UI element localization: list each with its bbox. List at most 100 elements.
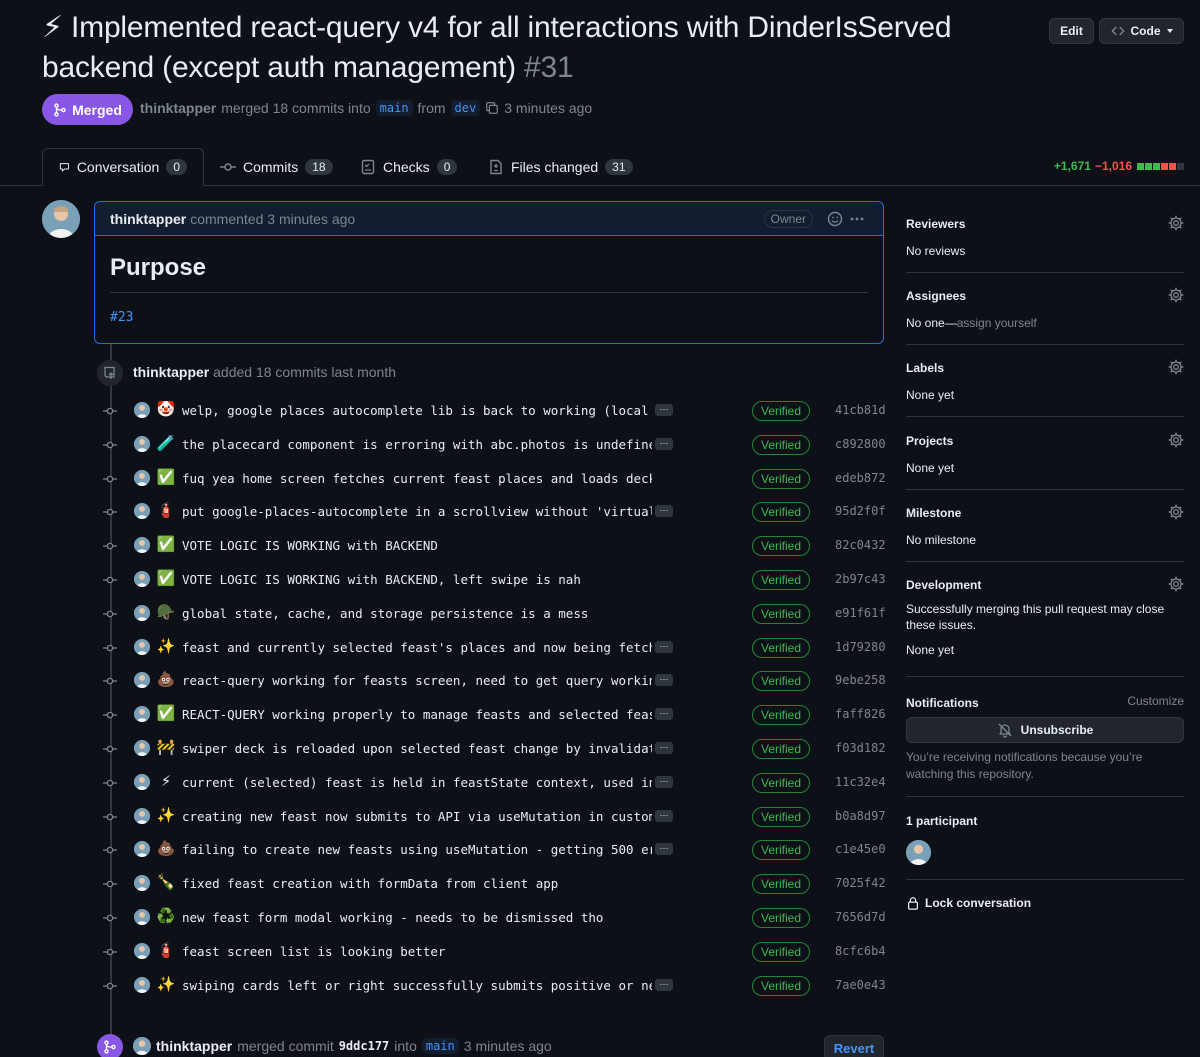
revert-button[interactable]: Revert xyxy=(824,1035,884,1057)
commit-sha[interactable]: 95d2f0f xyxy=(835,504,886,518)
avatar[interactable] xyxy=(134,571,150,587)
commit-message[interactable]: welp, google places autocomplete lib is … xyxy=(182,403,652,418)
head-branch[interactable]: dev xyxy=(450,100,481,116)
commit-message[interactable]: swiper deck is reloaded upon selected fe… xyxy=(182,741,652,756)
comment-author[interactable]: thinktapper xyxy=(110,211,186,227)
merge-author[interactable]: thinktapper xyxy=(156,1038,232,1054)
avatar[interactable] xyxy=(134,638,150,655)
commit-message[interactable]: the placecard component is erroring with… xyxy=(182,437,652,452)
expand-message-button[interactable]: ··· xyxy=(655,742,673,754)
expand-message-button[interactable]: ··· xyxy=(655,505,673,518)
verified-badge[interactable]: Verified xyxy=(752,941,810,962)
smiley-icon[interactable] xyxy=(827,211,843,227)
verified-badge[interactable]: Verified xyxy=(752,840,810,861)
comment-meta[interactable]: commented 3 minutes ago xyxy=(190,211,355,227)
commit-message[interactable]: VOTE LOGIC IS WORKING with BACKEND, left… xyxy=(182,572,652,587)
gear-icon[interactable] xyxy=(1168,504,1184,520)
tab-conversation[interactable]: Conversation 0 xyxy=(42,148,204,186)
commit-sha[interactable]: c892800 xyxy=(835,437,886,451)
expand-message-button[interactable]: ··· xyxy=(655,843,673,856)
verified-badge[interactable]: Verified xyxy=(752,434,810,455)
verified-badge[interactable]: Verified xyxy=(752,739,810,759)
commit-message[interactable]: creating new feast now submits to API vi… xyxy=(182,809,652,824)
copy-icon[interactable] xyxy=(485,101,499,115)
avatar[interactable] xyxy=(134,706,150,723)
tab-commits[interactable]: Commits 18 xyxy=(204,148,349,186)
expand-message-button[interactable]: ··· xyxy=(655,674,673,687)
sidebar-title[interactable]: Milestone xyxy=(906,506,1184,520)
base-branch[interactable]: main xyxy=(375,100,413,116)
commit-sha[interactable]: 2b97c43 xyxy=(835,572,886,586)
gear-icon[interactable] xyxy=(1168,215,1184,231)
expand-message-button[interactable]: ··· xyxy=(655,437,673,450)
commit-message[interactable]: new feast form modal working - needs to … xyxy=(182,910,652,925)
sidebar-title[interactable]: Labels xyxy=(906,361,1184,375)
verified-badge[interactable]: Verified xyxy=(752,637,810,658)
avatar[interactable] xyxy=(134,503,150,520)
commit-sha[interactable]: 7656d7d xyxy=(835,910,886,924)
avatar[interactable] xyxy=(133,1037,151,1055)
verified-badge[interactable]: Verified xyxy=(752,536,810,557)
tab-files-changed[interactable]: Files changed 31 xyxy=(472,148,649,186)
commit-message[interactable]: swiping cards left or right successfully… xyxy=(182,978,652,993)
sidebar-title[interactable]: Development xyxy=(906,578,1184,592)
commit-sha[interactable]: 82c0432 xyxy=(835,538,886,552)
sidebar-title[interactable]: Assignees xyxy=(906,289,1184,303)
tab-checks[interactable]: Checks 0 xyxy=(344,148,473,186)
commit-sha[interactable]: e91f61f xyxy=(835,606,886,620)
expand-message-button[interactable]: ··· xyxy=(655,404,673,416)
avatar[interactable] xyxy=(134,604,150,621)
avatar[interactable] xyxy=(134,469,150,486)
commit-message[interactable]: REACT-QUERY working properly to manage f… xyxy=(182,707,652,722)
commit-sha[interactable]: b0a8d97 xyxy=(835,809,886,823)
edit-button[interactable]: Edit xyxy=(1049,18,1094,44)
verified-badge[interactable]: Verified xyxy=(752,874,810,895)
verified-badge[interactable]: Verified xyxy=(752,705,810,726)
verified-badge[interactable]: Verified xyxy=(752,806,810,827)
verified-badge[interactable]: Verified xyxy=(752,975,810,996)
assign-yourself-link[interactable]: assign yourself xyxy=(957,316,1037,330)
verified-badge[interactable]: Verified xyxy=(752,908,810,928)
commit-sha[interactable]: f03d182 xyxy=(835,741,886,755)
commit-message[interactable]: fuq yea home screen fetches current feas… xyxy=(182,471,652,486)
gear-icon[interactable] xyxy=(1168,576,1184,592)
expand-message-button[interactable]: ··· xyxy=(655,775,673,788)
avatar[interactable] xyxy=(906,840,931,865)
commit-sha[interactable]: 11c32e4 xyxy=(835,775,886,789)
expand-message-button[interactable]: ··· xyxy=(655,809,673,822)
merge-branch[interactable]: main xyxy=(421,1038,459,1054)
commit-message[interactable]: fixed feast creation with formData from … xyxy=(182,876,652,891)
commit-message[interactable]: put google-places-autocomplete in a scro… xyxy=(182,504,652,519)
commit-sha[interactable]: 1d79280 xyxy=(835,640,886,654)
gear-icon[interactable] xyxy=(1168,287,1184,303)
avatar[interactable] xyxy=(134,875,150,892)
commit-sha[interactable]: c1e45e0 xyxy=(835,842,886,856)
author-link[interactable]: thinktapper xyxy=(140,100,216,116)
expand-message-button[interactable]: ··· xyxy=(655,640,673,653)
verified-badge[interactable]: Verified xyxy=(752,570,810,590)
commit-sha[interactable]: 7ae0e43 xyxy=(835,978,886,992)
avatar[interactable] xyxy=(42,200,80,238)
merge-commit-sha[interactable]: 9ddc177 xyxy=(339,1039,390,1053)
avatar[interactable] xyxy=(134,537,150,554)
verified-badge[interactable]: Verified xyxy=(752,671,810,692)
avatar[interactable] xyxy=(134,942,150,959)
commit-sha[interactable]: 41cb81d xyxy=(835,403,886,417)
commit-message[interactable]: global state, cache, and storage persist… xyxy=(182,606,652,621)
avatar[interactable] xyxy=(134,672,150,689)
avatar[interactable] xyxy=(134,976,150,993)
avatar[interactable] xyxy=(134,402,150,418)
verified-badge[interactable]: Verified xyxy=(752,603,810,624)
gear-icon[interactable] xyxy=(1168,432,1184,448)
unsubscribe-button[interactable]: Unsubscribe xyxy=(906,717,1184,743)
gear-icon[interactable] xyxy=(1168,359,1184,375)
commit-sha[interactable]: 9ebe258 xyxy=(835,673,886,687)
commit-sha[interactable]: 8cfc6b4 xyxy=(835,944,886,958)
verified-badge[interactable]: Verified xyxy=(752,468,810,489)
commit-sha[interactable]: 7025f42 xyxy=(835,876,886,890)
sidebar-title[interactable]: Reviewers xyxy=(906,217,1184,231)
avatar[interactable] xyxy=(134,740,150,756)
avatar[interactable] xyxy=(134,841,150,858)
avatar[interactable] xyxy=(134,435,150,452)
code-button[interactable]: Code xyxy=(1099,18,1184,44)
